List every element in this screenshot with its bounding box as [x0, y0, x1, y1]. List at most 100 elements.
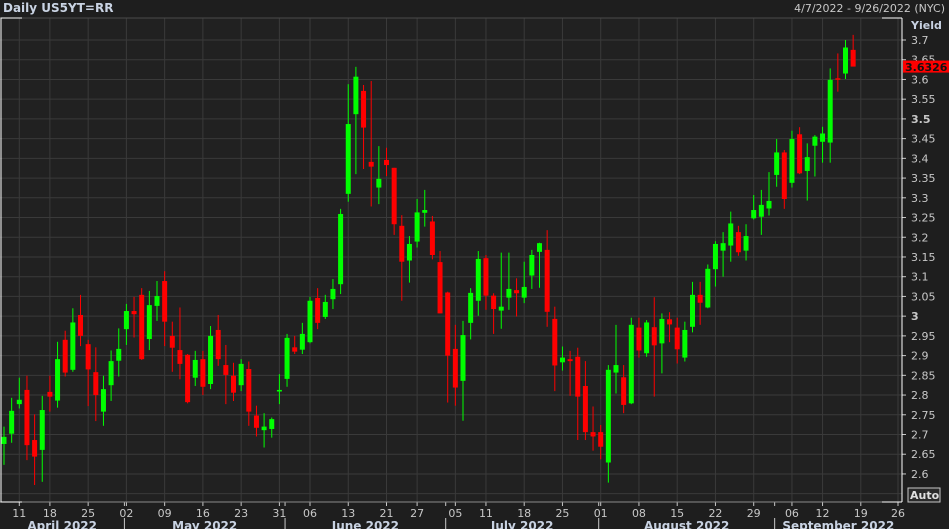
candle-body: [582, 385, 588, 433]
x-tick-label: 27: [410, 507, 424, 520]
candle-body: [682, 329, 688, 358]
y-tick-label: 3.55: [911, 93, 936, 106]
candle-body: [468, 292, 474, 323]
candle-body: [835, 78, 841, 80]
candle-body: [797, 134, 803, 174]
y-tick-label: 3.1: [911, 271, 929, 284]
candle-body: [820, 133, 826, 142]
candle-body: [804, 157, 810, 171]
candle-body: [491, 295, 497, 310]
last-price-label: 3.6326: [905, 61, 948, 74]
candle-body: [437, 262, 443, 314]
candle-body: [789, 139, 795, 183]
candle-body: [376, 178, 382, 188]
candle-body: [651, 327, 657, 346]
candle: [789, 130, 795, 188]
y-tick-label: 3.35: [911, 172, 936, 185]
candle-body: [628, 324, 634, 404]
month-label: May 2022: [172, 519, 237, 529]
y-tick-label: 3.3: [911, 192, 929, 205]
candle-body: [368, 161, 374, 167]
y-tick-label: 2.65: [911, 448, 936, 461]
candle-body: [422, 210, 428, 213]
candle-body: [361, 90, 367, 128]
candle-body: [246, 369, 252, 412]
candle-body: [231, 375, 236, 393]
candle-body: [47, 391, 53, 397]
candle-body: [766, 200, 772, 209]
candle-body: [781, 152, 787, 199]
candle-body: [537, 243, 542, 252]
candle-body: [238, 363, 244, 386]
candle-body: [200, 359, 206, 387]
candle-body: [705, 268, 711, 308]
candle-body: [330, 288, 336, 300]
candle-body: [78, 314, 83, 336]
x-tick-label: 31: [272, 507, 286, 520]
candle-body: [185, 354, 191, 403]
candle-body: [338, 213, 344, 285]
y-tick-label: 3.4: [911, 152, 929, 165]
candle-body: [758, 204, 764, 217]
x-tick-label: 06: [303, 507, 317, 520]
y-tick-label: 3.15: [911, 251, 936, 264]
candle-body: [452, 348, 458, 388]
candle-body: [192, 359, 198, 378]
y-tick-label: 3.5: [911, 113, 931, 126]
auto-button-label[interactable]: Auto: [910, 489, 940, 502]
candle-body: [667, 319, 673, 325]
candle-body: [644, 322, 650, 354]
candle-body: [590, 432, 596, 437]
candle-body: [559, 357, 565, 363]
candle-body: [1, 436, 7, 444]
candle: [284, 333, 290, 387]
candle-body: [774, 152, 780, 175]
candle-body: [299, 333, 305, 350]
candle-body: [598, 432, 604, 447]
candle-body: [391, 167, 397, 225]
candle-body: [215, 329, 221, 360]
candle-body: [728, 223, 734, 246]
candle-body: [16, 399, 22, 405]
y-tick-label: 2.75: [911, 409, 936, 422]
candle-body: [307, 300, 313, 343]
month-label: September 2022: [782, 519, 894, 529]
y-tick-label: 3.05: [911, 290, 936, 303]
candle-body: [24, 389, 30, 446]
y-tick-label: 2.85: [911, 369, 936, 382]
candle-body: [567, 359, 573, 362]
x-tick-label: 02: [119, 507, 133, 520]
x-tick-label: 29: [747, 507, 761, 520]
candle-body: [177, 350, 183, 364]
candle-body: [659, 318, 665, 344]
candle-body: [621, 377, 627, 405]
candle-body: [208, 335, 214, 385]
candle-body: [100, 389, 106, 412]
x-tick-label: 01: [594, 507, 608, 520]
candle-body: [9, 410, 15, 434]
candle-body: [315, 298, 321, 323]
candle-body: [276, 389, 282, 392]
candle-body: [70, 322, 76, 370]
candle-body: [253, 415, 259, 428]
y-tick-label: 3: [911, 310, 919, 323]
y-tick-label: 2.8: [911, 389, 929, 402]
candle-body: [269, 419, 275, 429]
candle-body: [605, 369, 611, 463]
y-tick-label: 3.2: [911, 231, 929, 244]
candle-body: [322, 301, 328, 317]
y-tick-label: 2.7: [911, 429, 929, 442]
auto-scale-button[interactable]: Auto: [907, 487, 941, 503]
candle-body: [39, 410, 45, 450]
candle-body: [353, 76, 359, 115]
candle-body: [116, 348, 122, 361]
candle-body: [62, 339, 68, 373]
candle-body: [743, 236, 749, 251]
candle-body: [843, 47, 848, 74]
y-tick-label: 3.7: [911, 34, 929, 47]
candle-body: [812, 136, 818, 146]
candle-body: [131, 311, 137, 315]
candle-body: [284, 337, 290, 379]
candle-body: [751, 210, 757, 219]
candle-body: [483, 258, 489, 296]
